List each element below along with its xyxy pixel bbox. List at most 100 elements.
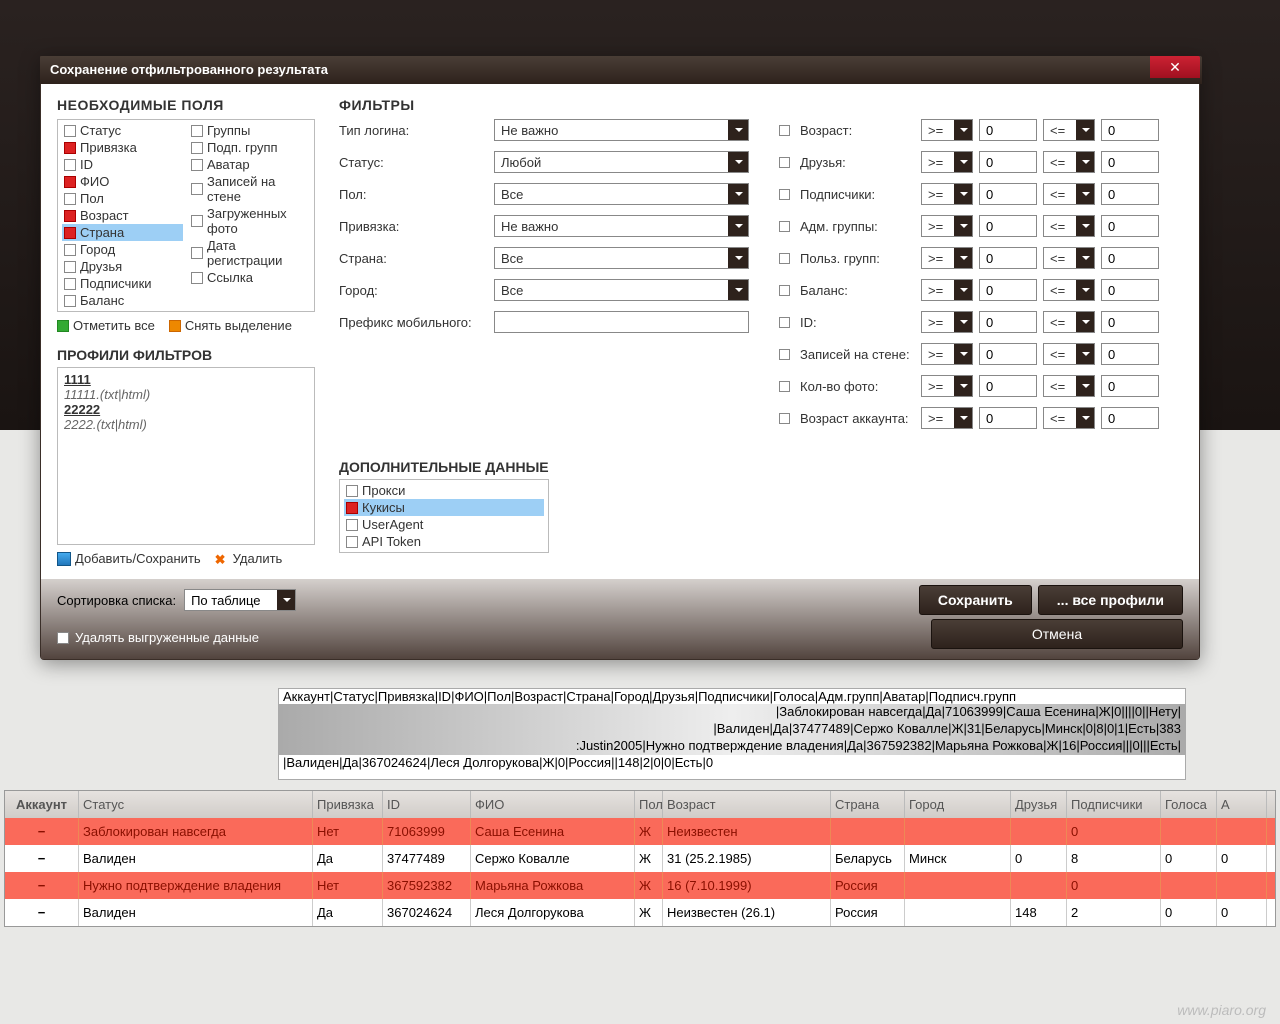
- table-header[interactable]: Город: [905, 791, 1011, 818]
- table-header[interactable]: Аккаунт: [5, 791, 79, 818]
- range-value-input[interactable]: [979, 343, 1037, 365]
- range-value-input[interactable]: [1101, 407, 1159, 429]
- deselect-all-button[interactable]: Снять выделение: [169, 318, 292, 333]
- field-checkbox[interactable]: Друзья: [62, 258, 183, 275]
- field-checkbox[interactable]: Привязка: [62, 139, 183, 156]
- table-header[interactable]: Голоса: [1161, 791, 1217, 818]
- field-checkbox[interactable]: Ссылка: [189, 269, 310, 286]
- filter-select[interactable]: Не важно: [494, 119, 749, 141]
- field-checkbox[interactable]: Аватар: [189, 156, 310, 173]
- table-header[interactable]: Возраст: [663, 791, 831, 818]
- range-op-select[interactable]: <=: [1043, 151, 1095, 173]
- range-op-select[interactable]: >=: [921, 279, 973, 301]
- range-checkbox[interactable]: [779, 413, 790, 424]
- range-op-select[interactable]: >=: [921, 151, 973, 173]
- range-value-input[interactable]: [1101, 151, 1159, 173]
- range-op-select[interactable]: >=: [921, 119, 973, 141]
- filter-profiles-list[interactable]: 111111111.(txt|html)222222222.(txt|html): [57, 367, 315, 545]
- range-op-select[interactable]: >=: [921, 375, 973, 397]
- range-value-input[interactable]: [979, 119, 1037, 141]
- sort-select[interactable]: По таблице: [184, 589, 296, 611]
- range-checkbox[interactable]: [779, 285, 790, 296]
- range-value-input[interactable]: [979, 279, 1037, 301]
- field-checkbox[interactable]: Подп. групп: [189, 139, 310, 156]
- range-value-input[interactable]: [979, 215, 1037, 237]
- range-value-input[interactable]: [979, 151, 1037, 173]
- table-header[interactable]: Друзья: [1011, 791, 1067, 818]
- range-value-input[interactable]: [1101, 311, 1159, 333]
- range-checkbox[interactable]: [779, 221, 790, 232]
- all-profiles-button[interactable]: ... все профили: [1038, 585, 1183, 615]
- field-checkbox[interactable]: Группы: [189, 122, 310, 139]
- close-button[interactable]: ✕: [1150, 56, 1200, 78]
- range-op-select[interactable]: <=: [1043, 279, 1095, 301]
- table-row[interactable]: −ВалиденДа367024624Леся ДолгоруковаЖНеиз…: [5, 899, 1275, 926]
- range-op-select[interactable]: >=: [921, 343, 973, 365]
- range-value-input[interactable]: [1101, 183, 1159, 205]
- table-header[interactable]: ID: [383, 791, 471, 818]
- range-op-select[interactable]: >=: [921, 247, 973, 269]
- table-header[interactable]: Привязка: [313, 791, 383, 818]
- range-op-select[interactable]: >=: [921, 311, 973, 333]
- table-row[interactable]: −ВалиденДа37477489Сержо КоваллеЖ31 (25.2…: [5, 845, 1275, 872]
- range-op-select[interactable]: >=: [921, 215, 973, 237]
- mobile-prefix-input[interactable]: [494, 311, 749, 333]
- profile-add-button[interactable]: Добавить/Сохранить: [57, 551, 201, 566]
- range-op-select[interactable]: <=: [1043, 407, 1095, 429]
- filter-select[interactable]: Не важно: [494, 215, 749, 237]
- range-op-select[interactable]: >=: [921, 407, 973, 429]
- select-all-button[interactable]: Отметить все: [57, 318, 155, 333]
- field-checkbox[interactable]: Прокси: [344, 482, 544, 499]
- range-op-select[interactable]: <=: [1043, 215, 1095, 237]
- field-checkbox[interactable]: Страна: [62, 224, 183, 241]
- range-value-input[interactable]: [979, 407, 1037, 429]
- table-header[interactable]: Статус: [79, 791, 313, 818]
- range-value-input[interactable]: [979, 311, 1037, 333]
- range-checkbox[interactable]: [779, 189, 790, 200]
- range-value-input[interactable]: [979, 375, 1037, 397]
- field-checkbox[interactable]: Подписчики: [62, 275, 183, 292]
- filter-select[interactable]: Все: [494, 279, 749, 301]
- table-row[interactable]: −Нужно подтверждение владенияНет36759238…: [5, 872, 1275, 899]
- range-checkbox[interactable]: [779, 349, 790, 360]
- table-header[interactable]: А: [1217, 791, 1267, 818]
- profile-delete-button[interactable]: ✖Удалить: [215, 551, 283, 566]
- delete-exported-checkbox[interactable]: [57, 632, 69, 644]
- field-checkbox[interactable]: UserAgent: [344, 516, 544, 533]
- field-checkbox[interactable]: Город: [62, 241, 183, 258]
- field-checkbox[interactable]: ФИО: [62, 173, 183, 190]
- cancel-button[interactable]: Отмена: [931, 619, 1183, 649]
- field-checkbox[interactable]: Дата регистрации: [189, 237, 310, 269]
- field-checkbox[interactable]: ID: [62, 156, 183, 173]
- range-op-select[interactable]: <=: [1043, 119, 1095, 141]
- range-value-input[interactable]: [1101, 279, 1159, 301]
- range-value-input[interactable]: [979, 183, 1037, 205]
- range-op-select[interactable]: >=: [921, 183, 973, 205]
- filter-select[interactable]: Любой: [494, 151, 749, 173]
- table-header[interactable]: ФИО: [471, 791, 635, 818]
- field-checkbox[interactable]: Пол: [62, 190, 183, 207]
- field-checkbox[interactable]: Статус: [62, 122, 183, 139]
- table-header[interactable]: Страна: [831, 791, 905, 818]
- filter-select[interactable]: Все: [494, 247, 749, 269]
- range-op-select[interactable]: <=: [1043, 311, 1095, 333]
- table-row[interactable]: −Заблокирован навсегдаНет71063999Саша Ес…: [5, 818, 1275, 845]
- range-value-input[interactable]: [1101, 375, 1159, 397]
- field-checkbox[interactable]: Кукисы: [344, 499, 544, 516]
- field-checkbox[interactable]: Загруженных фото: [189, 205, 310, 237]
- table-header[interactable]: Подписчики: [1067, 791, 1161, 818]
- range-checkbox[interactable]: [779, 317, 790, 328]
- range-value-input[interactable]: [979, 247, 1037, 269]
- range-op-select[interactable]: <=: [1043, 343, 1095, 365]
- range-value-input[interactable]: [1101, 343, 1159, 365]
- range-op-select[interactable]: <=: [1043, 375, 1095, 397]
- filter-select[interactable]: Все: [494, 183, 749, 205]
- range-checkbox[interactable]: [779, 253, 790, 264]
- field-checkbox[interactable]: API Token: [344, 533, 544, 550]
- range-op-select[interactable]: <=: [1043, 183, 1095, 205]
- field-checkbox[interactable]: Возраст: [62, 207, 183, 224]
- range-checkbox[interactable]: [779, 157, 790, 168]
- range-checkbox[interactable]: [779, 125, 790, 136]
- field-checkbox[interactable]: Баланс: [62, 292, 183, 309]
- range-value-input[interactable]: [1101, 119, 1159, 141]
